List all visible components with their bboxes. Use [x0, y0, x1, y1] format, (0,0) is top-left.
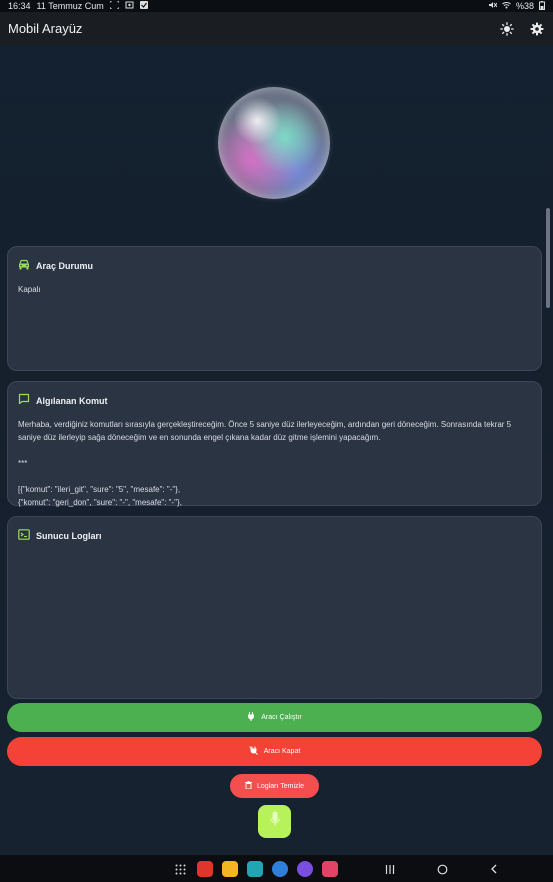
recent-apps-icon[interactable] — [382, 861, 398, 877]
car-icon — [18, 257, 30, 275]
vehicle-status-card: Araç Durumu Kapalı — [7, 246, 542, 371]
trash-icon — [245, 781, 253, 791]
navigation-bar — [0, 855, 553, 882]
status-date: 11 Temmuz Cum — [36, 1, 104, 11]
stop-vehicle-label: Aracı Kapat — [263, 748, 301, 755]
status-bar: 16:34 11 Temmuz Cum %38 — [0, 0, 553, 12]
check-icon — [139, 1, 148, 11]
voice-orb[interactable] — [218, 87, 330, 199]
screen-recorder-icon[interactable] — [322, 861, 338, 877]
battery-text: %38 — [515, 1, 534, 11]
terminal-icon — [18, 527, 30, 545]
apps-grid-icon[interactable] — [172, 861, 188, 877]
messages-icon[interactable] — [272, 861, 288, 877]
brightness-icon[interactable] — [499, 21, 515, 37]
power-plug-icon — [247, 712, 255, 723]
vehicle-status-title: Araç Durumu — [36, 261, 94, 271]
notes-icon[interactable] — [222, 861, 238, 877]
scrollbar[interactable] — [546, 208, 550, 308]
server-logs-title: Sunucu Logları — [36, 531, 102, 541]
settings-icon[interactable] — [529, 21, 545, 37]
run-vehicle-button[interactable]: Aracı Çalıştır — [7, 703, 542, 732]
scan-icon — [125, 1, 134, 11]
run-vehicle-label: Aracı Çalıştır — [261, 714, 302, 721]
detected-command-title: Algılanan Komut — [36, 396, 108, 406]
detected-command-card: Algılanan Komut Merhaba, verdiğiniz komu… — [7, 381, 542, 507]
screenshot-icon — [109, 0, 120, 11]
flipboard-icon[interactable] — [197, 861, 213, 877]
status-time: 16:34 — [8, 1, 31, 11]
clear-logs-button[interactable]: Logları Temizle — [230, 774, 319, 798]
power-off-icon — [248, 746, 258, 757]
chat-icon — [18, 392, 30, 410]
clear-logs-label: Logları Temizle — [257, 782, 304, 790]
app-title: Mobil Arayüz — [8, 21, 83, 36]
mute-icon — [488, 1, 498, 11]
battery-icon — [539, 0, 545, 12]
home-icon[interactable] — [434, 861, 450, 877]
main-content: Araç Durumu Kapalı Algılanan Komut Merha… — [0, 45, 553, 855]
back-icon[interactable] — [486, 861, 502, 877]
stop-vehicle-button[interactable]: Aracı Kapat — [7, 737, 542, 766]
internet-icon[interactable] — [297, 861, 313, 877]
server-logs-card: Sunucu Logları — [7, 516, 542, 699]
microphone-icon — [269, 811, 280, 832]
wifi-icon — [502, 1, 511, 11]
vehicle-status-text: Kapalı — [18, 285, 41, 294]
detected-command-text: Merhaba, verdiğiniz komutları sırasıyla … — [18, 420, 512, 507]
app-bar: Mobil Arayüz — [0, 12, 553, 45]
microphone-button[interactable] — [258, 805, 291, 838]
calendar-icon[interactable] — [247, 861, 263, 877]
